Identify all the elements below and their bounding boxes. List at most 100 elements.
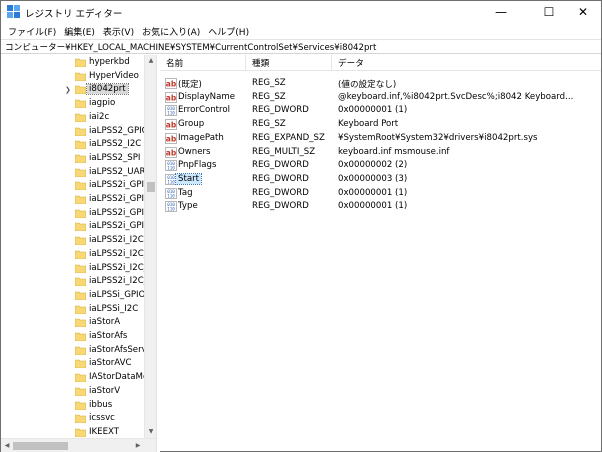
value-row[interactable]: 010 110 Tag REG_DWORD 0x00000001 (1) — [160, 187, 601, 201]
value-row[interactable]: ab Owners REG_MULTI_SZ keyboard.inf msmouse… — [160, 146, 601, 160]
expand-arrow-icon[interactable]: ❯ — [65, 86, 71, 94]
tree-item[interactable]: iaStorAfsService — [1, 344, 144, 358]
tree-item[interactable]: HyperVideo — [1, 70, 144, 84]
tree-item-label: iaLPSS2i_GPIO2_BXT_P — [89, 194, 144, 204]
value-row[interactable]: 010 110 Start REG_DWORD 0x00000003 (3) — [160, 172, 601, 187]
column-header-type[interactable]: 種類 — [246, 55, 332, 70]
tree-horizontal-scrollbar[interactable]: ◀ ▶ — [1, 438, 156, 452]
tree-item[interactable]: iagpio — [1, 97, 144, 111]
maximize-icon: ☐ — [543, 5, 555, 19]
folder-icon — [75, 414, 86, 424]
folder-icon — [75, 373, 86, 383]
folder-icon — [75, 428, 86, 437]
folder-icon — [75, 305, 86, 314]
value-type: REG_SZ — [252, 78, 286, 88]
tree-vertical-scrollbar[interactable]: ▲ ▼ — [144, 55, 156, 438]
folder-icon — [75, 387, 86, 396]
address-bar[interactable]: コンピューター¥HKEY_LOCAL_MACHINE¥SYSTEM¥Curren… — [1, 39, 601, 54]
tree-item[interactable]: hyperkbd — [1, 56, 144, 70]
tree-item[interactable]: iaLPSS2i_GPIO2_GLK — [1, 220, 144, 234]
svg-text:110: 110 — [167, 179, 175, 184]
value-row[interactable]: 010 110 Type REG_DWORD 0x00000001 (1) — [160, 200, 601, 214]
title-bar[interactable]: レジストリ エディター — ☐ ✕ — [1, 1, 601, 23]
tree-item[interactable]: iaLPSS2i_GPIO2 — [1, 179, 144, 193]
tree-item[interactable]: iaLPSS2_I2C — [1, 138, 144, 152]
scroll-right-icon[interactable]: ▶ — [132, 439, 144, 452]
tree-item[interactable]: iaLPSS2i_I2C — [1, 234, 144, 248]
tree-item[interactable]: iaStorAfs — [1, 330, 144, 344]
menu-edit[interactable]: 編集(E) — [61, 23, 100, 39]
folder-icon — [75, 291, 86, 300]
folder-icon — [75, 401, 86, 410]
column-header-data[interactable]: データ — [332, 55, 601, 70]
string-value-icon: ab — [165, 91, 177, 103]
tree-item[interactable]: icssvc — [1, 412, 144, 426]
tree-item-label: icssvc — [89, 413, 115, 424]
tree-item-label: iaLPSS2_UART2 — [89, 166, 144, 177]
value-row[interactable]: ab ImagePath REG_EXPAND_SZ ¥SystemRoot¥Syst… — [160, 132, 601, 146]
minimize-button[interactable]: — — [481, 1, 521, 23]
tree-item[interactable]: ❯ i8042prt — [1, 83, 144, 97]
tree-item-label: i8042prt — [86, 83, 129, 96]
value-row[interactable]: 010 110 PnpFlags REG_DWORD 0x00000002 (2) — [160, 159, 601, 173]
string-value-icon: ab — [165, 119, 177, 130]
tree-item-label: iaStorAfs — [89, 331, 128, 341]
tree-item[interactable]: iaLPSS2i_I2C_CNL — [1, 262, 144, 276]
tree-item[interactable]: iaStorAVC — [1, 357, 144, 371]
value-list: 名前 種類 データ ab (既定) REG_SZ (値の設定なし) ab DisplayN… — [160, 55, 601, 452]
tree-item-label: iaStorAfsService — [89, 344, 144, 355]
value-data: 0x00000002 (2) — [338, 160, 408, 171]
value-row[interactable]: ab DisplayName REG_SZ @keyboard.inf,%i8042p… — [160, 91, 601, 105]
value-row[interactable]: ab (既定) REG_SZ (値の設定なし) — [160, 77, 601, 91]
tree-hscroll-thumb[interactable] — [13, 442, 68, 450]
tree-item[interactable]: iai2c — [1, 111, 144, 125]
tree-item-label: iaLPSS2i_GPIO2_CNL — [89, 207, 144, 218]
scroll-left-icon[interactable]: ◀ — [1, 439, 13, 452]
tree-item[interactable]: iaLPSS2_UART2 — [1, 166, 144, 180]
menu-file[interactable]: ファイル(F) — [5, 23, 61, 39]
value-type: REG_DWORD — [252, 173, 309, 184]
tree-item-label: iaLPSS2_GPIO2 — [89, 125, 144, 136]
close-button[interactable]: ✕ — [563, 1, 602, 23]
tree-item-label: iaLPSS2i_I2C — [89, 235, 144, 246]
value-type: REG_MULTI_SZ — [252, 146, 316, 157]
tree-item[interactable]: iaLPSS2i_I2C_BXT_P — [1, 248, 144, 262]
minimize-icon: — — [495, 5, 507, 19]
tree-item[interactable]: iaLPSS2i_GPIO2_CNL — [1, 207, 144, 221]
value-name: Owners — [178, 146, 211, 157]
value-row[interactable]: 010 110 ErrorControl REG_DWORD 0x00000001 (1… — [160, 104, 601, 118]
tree-item[interactable]: iaLPSSi_I2C — [1, 303, 144, 317]
tree-item-label: iaLPSS2i_I2C_BXT_P — [89, 248, 144, 259]
tree-item[interactable]: IAStorDataMgrSvc — [1, 371, 144, 385]
svg-text:ab: ab — [166, 93, 177, 102]
tree-item-label: iai2c — [89, 111, 110, 122]
folder-icon — [75, 181, 86, 191]
tree-item-label: iaLPSSi_GPIO — [89, 289, 144, 300]
svg-text:110: 110 — [167, 193, 175, 198]
tree-item[interactable]: iaStorV — [1, 385, 144, 399]
tree-item[interactable]: iaLPSS2_GPIO2 — [1, 125, 144, 139]
folder-icon — [75, 127, 86, 136]
menu-help[interactable]: ヘルプ(H) — [205, 23, 254, 39]
menu-favorites[interactable]: お気に入り(A) — [139, 23, 205, 39]
value-row[interactable]: ab Group REG_SZ Keyboard Port — [160, 118, 601, 132]
folder-icon — [75, 140, 86, 150]
folder-icon — [75, 223, 86, 232]
tree-scroll-thumb[interactable] — [147, 182, 155, 192]
tree-item[interactable]: iaLPSSi_GPIO — [1, 289, 144, 303]
tree-item[interactable]: iaLPSS2i_GPIO2_BXT_P — [1, 193, 144, 207]
binary-value-icon: 010110 — [165, 105, 177, 117]
tree-item[interactable]: iaLPSS2_SPI — [1, 152, 144, 166]
value-data: @keyboard.inf,%i8042prt.SvcDesc%;i8042 K… — [338, 91, 574, 102]
svg-text:110: 110 — [167, 166, 175, 171]
svg-text:ab: ab — [166, 148, 177, 157]
value-type: REG_SZ — [252, 91, 286, 102]
column-header-name[interactable]: 名前 — [160, 55, 246, 70]
tree-item[interactable]: iaStorA — [1, 316, 144, 330]
binary-value-icon: 010110 — [165, 187, 177, 199]
string-value-icon: ab — [165, 146, 177, 158]
menu-view[interactable]: 表示(V) — [100, 23, 139, 39]
tree-item[interactable]: ibbus — [1, 399, 144, 413]
value-name: ErrorControl — [178, 105, 231, 116]
tree-item[interactable]: iaLPSS2i_I2C_GLK — [1, 275, 144, 289]
